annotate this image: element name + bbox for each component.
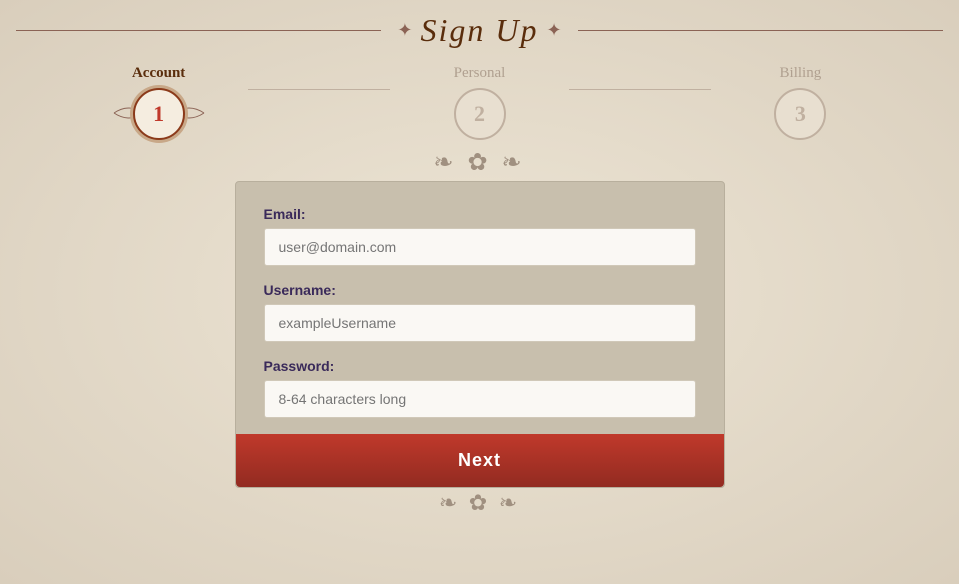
email-label: Email:: [264, 206, 696, 222]
step-account-circle: 1: [133, 88, 185, 140]
step-personal-label: Personal: [454, 65, 506, 82]
step-billing-circle: 3: [774, 88, 826, 140]
page-title: Sign Up: [413, 12, 547, 49]
signup-form: Email: Username: Password: Next: [235, 181, 725, 488]
step-account-label: Account: [132, 65, 185, 82]
next-button[interactable]: Next: [236, 434, 724, 487]
form-ornament-bottom: ❧ ✿ ❧: [439, 490, 520, 516]
steps-container: Account 1 Personal 2: [30, 65, 930, 140]
username-group: Username:: [264, 282, 696, 342]
header-ornament-right: ✦: [547, 20, 562, 41]
email-input[interactable]: [264, 228, 696, 266]
username-label: Username:: [264, 282, 696, 298]
steps-connector-2: [569, 89, 712, 90]
step-account: Account 1: [70, 65, 248, 140]
email-group: Email:: [264, 206, 696, 266]
header-line-right: [578, 30, 943, 31]
step-billing-label: Billing: [780, 65, 822, 82]
form-ornament-top: ❧ ✿ ❧: [433, 148, 525, 177]
header-ornament-left: ✦: [397, 20, 412, 41]
header-line-left: [16, 30, 381, 31]
username-input[interactable]: [264, 304, 696, 342]
step-billing: Billing 3: [711, 65, 889, 140]
password-group: Password:: [264, 358, 696, 418]
password-label: Password:: [264, 358, 696, 374]
submit-container: Next: [236, 434, 724, 487]
step-personal: Personal 2: [390, 65, 568, 140]
password-input[interactable]: [264, 380, 696, 418]
page-header: ✦ Sign Up ✦: [0, 0, 959, 57]
step-personal-circle: 2: [454, 88, 506, 140]
steps-connector-1: [248, 89, 391, 90]
